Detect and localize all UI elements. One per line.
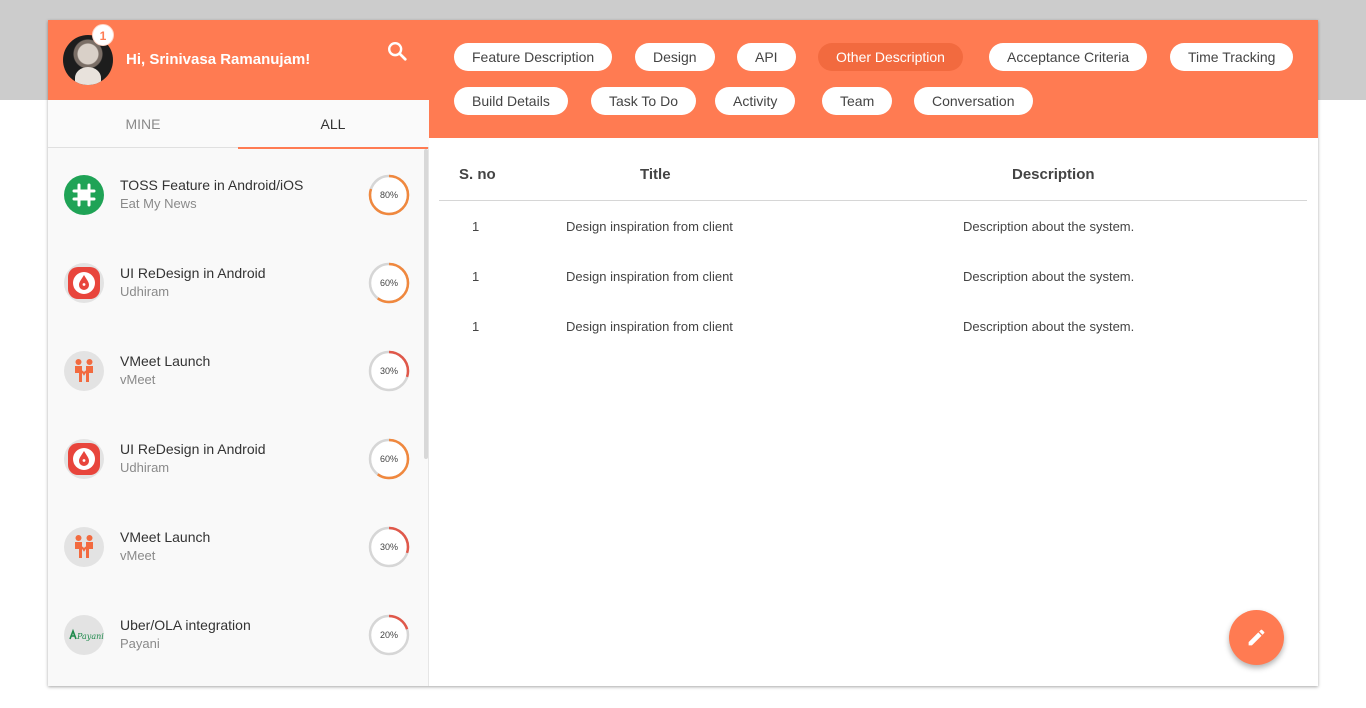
user-greeting: Hi, Srinivasa Ramanujam! — [126, 51, 311, 68]
people-logo — [64, 351, 104, 391]
header-divider — [439, 200, 1307, 201]
project-company: vMeet — [120, 372, 156, 387]
edit-fab-button[interactable] — [1229, 610, 1284, 665]
blood-drop-icon — [68, 267, 100, 299]
cell-sno: 1 — [472, 219, 480, 234]
project-company: Payani — [120, 636, 160, 651]
project-name: Uber/OLA integration — [120, 617, 251, 633]
progress-label: 30% — [379, 542, 398, 552]
header-sno: S. no — [459, 166, 496, 183]
people-logo — [64, 527, 104, 567]
blood-drop-icon — [68, 443, 100, 475]
progress-label: 80% — [379, 190, 398, 200]
cell-title: Design inspiration from client — [566, 269, 733, 284]
svg-text:Payani: Payani — [76, 632, 104, 641]
progress-label: 20% — [379, 630, 398, 640]
project-item[interactable]: TOSS Feature in Android/iOS Eat My News … — [48, 149, 423, 237]
cell-sno: 1 — [472, 319, 480, 334]
project-item[interactable]: UI ReDesign in Android Udhiram 60% — [48, 413, 423, 501]
progress-label: 60% — [379, 454, 398, 464]
chip-team[interactable]: Team — [822, 87, 893, 115]
tab-all[interactable]: ALL — [238, 100, 428, 149]
blood-drop-logo — [64, 263, 104, 303]
chip-time-tracking[interactable]: Time Tracking — [1170, 43, 1294, 71]
chip-task-to-do[interactable]: Task To Do — [591, 87, 696, 115]
hash-grid-logo — [64, 175, 104, 215]
project-name: VMeet Launch — [120, 529, 211, 545]
cell-description: Description about the system. — [963, 269, 1135, 284]
chip-build-details[interactable]: Build Details — [454, 87, 568, 115]
user-header: 1 Hi, Srinivasa Ramanujam! — [48, 20, 429, 100]
project-item[interactable]: Payani Uber/OLA integration Payani 20% — [48, 589, 423, 677]
chip-design[interactable]: Design — [635, 43, 715, 71]
tab-mine[interactable]: MINE — [48, 100, 238, 148]
project-list-scrollbar[interactable] — [424, 149, 428, 459]
progress-label: 30% — [379, 366, 398, 376]
search-icon — [388, 42, 407, 61]
project-list: TOSS Feature in Android/iOS Eat My News … — [48, 149, 423, 686]
people-icon — [75, 359, 93, 382]
project-name: VMeet Launch — [120, 353, 211, 369]
header-title: Title — [640, 166, 671, 183]
notification-badge[interactable]: 1 — [92, 24, 114, 46]
project-item[interactable]: UI ReDesign in Android Udhiram 60% — [48, 237, 423, 325]
progress-label: 60% — [379, 278, 398, 288]
people-icon — [75, 535, 93, 558]
chip-activity[interactable]: Activity — [715, 87, 796, 115]
chip-conversation[interactable]: Conversation — [914, 87, 1033, 115]
project-company: vMeet — [120, 548, 156, 563]
chip-api[interactable]: API — [737, 43, 796, 71]
project-name: UI ReDesign in Android — [120, 441, 266, 457]
cell-description: Description about the system. — [963, 219, 1135, 234]
project-company: Eat My News — [120, 196, 197, 211]
cell-sno: 1 — [472, 269, 480, 284]
project-company: Udhiram — [120, 284, 170, 299]
chip-acceptance-criteria[interactable]: Acceptance Criteria — [989, 43, 1148, 71]
project-card: 1 Hi, Srinivasa Ramanujam! MINE ALL TOSS… — [48, 20, 1318, 686]
cell-title: Design inspiration from client — [566, 319, 733, 334]
cell-title: Design inspiration from client — [566, 219, 733, 234]
search-button[interactable] — [386, 40, 410, 64]
project-name: UI ReDesign in Android — [120, 265, 266, 281]
hash-grid-icon — [72, 183, 96, 207]
cell-description: Description about the system. — [963, 319, 1135, 334]
header-description: Description — [1012, 166, 1095, 183]
project-name: TOSS Feature in Android/iOS — [120, 177, 304, 193]
project-detail: Feature Description Design API Other Des… — [429, 20, 1318, 686]
project-sidebar: 1 Hi, Srinivasa Ramanujam! MINE ALL TOSS… — [48, 20, 429, 686]
section-chips-bar: Feature Description Design API Other Des… — [429, 20, 1318, 138]
payani-icon: Payani — [69, 628, 104, 641]
chip-other-description[interactable]: Other Description — [818, 43, 963, 71]
pencil-icon — [1248, 629, 1265, 646]
project-company: Udhiram — [120, 460, 170, 475]
project-item[interactable]: VMeet Launch vMeet 30% — [48, 325, 423, 413]
project-filter-tabs: MINE ALL — [48, 100, 429, 149]
payani-logo: Payani — [64, 615, 104, 655]
blood-drop-logo — [64, 439, 104, 479]
project-item[interactable]: VMeet Launch vMeet 30% — [48, 501, 423, 589]
chip-feature-description[interactable]: Feature Description — [454, 43, 613, 71]
